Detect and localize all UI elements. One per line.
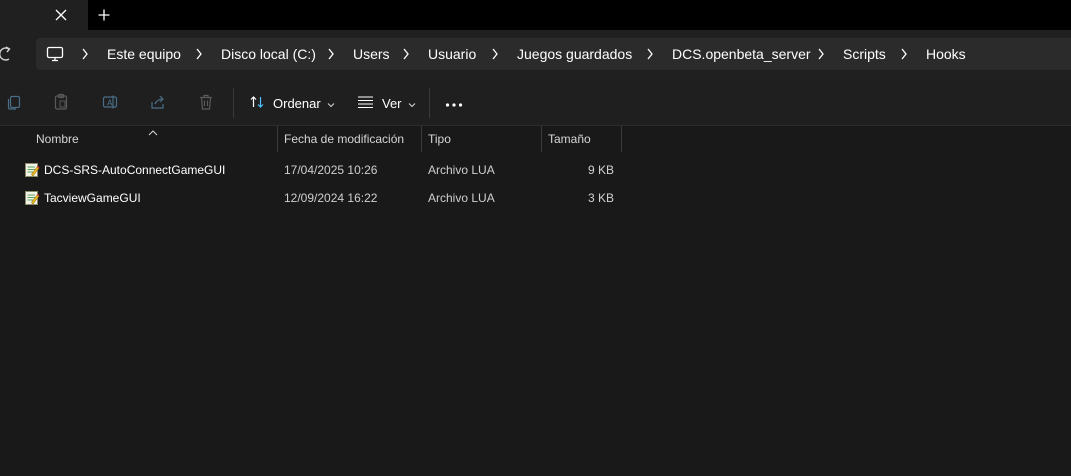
toolbar-divider bbox=[233, 88, 234, 118]
view-label: Ver bbox=[382, 95, 402, 111]
breadcrumb-item[interactable]: Scripts bbox=[843, 45, 886, 63]
column-header-name[interactable]: Nombre bbox=[36, 126, 79, 152]
chevron-down-icon bbox=[408, 96, 416, 111]
share-icon[interactable] bbox=[149, 93, 167, 111]
breadcrumb-item[interactable]: Users bbox=[353, 45, 390, 63]
svg-text:A: A bbox=[107, 99, 113, 108]
lua-file-icon bbox=[24, 190, 40, 206]
chevron-right-icon[interactable] bbox=[645, 47, 655, 61]
toolbar-divider bbox=[429, 88, 430, 118]
column-divider[interactable] bbox=[621, 126, 622, 152]
breadcrumb-item[interactable]: Juegos guardados bbox=[517, 45, 632, 63]
breadcrumb-item[interactable]: Usuario bbox=[428, 45, 476, 63]
sort-label: Ordenar bbox=[273, 95, 321, 111]
breadcrumb-item[interactable]: DCS.openbeta_server bbox=[672, 45, 811, 63]
chevron-right-icon[interactable] bbox=[816, 47, 826, 61]
file-name: TacviewGameGUI bbox=[44, 191, 141, 205]
sort-icon bbox=[249, 94, 265, 113]
sort-ascending-icon bbox=[148, 124, 158, 136]
chevron-right-icon[interactable] bbox=[326, 47, 336, 61]
file-row[interactable]: DCS-SRS-AutoConnectGameGUI 17/04/2025 10… bbox=[18, 157, 622, 183]
copy-icon[interactable] bbox=[5, 93, 23, 111]
more-icon bbox=[445, 96, 463, 111]
delete-icon[interactable] bbox=[197, 93, 215, 111]
file-modified: 17/04/2025 10:26 bbox=[284, 163, 378, 177]
file-type: Archivo LUA bbox=[428, 191, 495, 205]
file-name: DCS-SRS-AutoConnectGameGUI bbox=[44, 163, 226, 177]
close-tab-icon[interactable] bbox=[50, 4, 72, 26]
chevron-right-icon[interactable] bbox=[401, 47, 411, 61]
tab-strip bbox=[0, 0, 1071, 30]
rename-icon[interactable]: A bbox=[101, 93, 119, 111]
refresh-icon[interactable] bbox=[0, 43, 14, 65]
column-divider[interactable] bbox=[277, 126, 278, 152]
file-size: 3 KB bbox=[587, 191, 614, 205]
sort-button[interactable]: Ordenar bbox=[249, 92, 335, 114]
file-row[interactable]: TacviewGameGUI 12/09/2024 16:22 Archivo … bbox=[18, 185, 622, 211]
explorer-tab[interactable] bbox=[0, 0, 88, 30]
new-tab-button[interactable] bbox=[93, 4, 115, 26]
more-options-button[interactable] bbox=[445, 92, 463, 114]
chevron-right-icon[interactable] bbox=[80, 47, 90, 61]
file-size: 9 KB bbox=[587, 163, 614, 177]
file-modified: 12/09/2024 16:22 bbox=[284, 191, 378, 205]
view-list-icon bbox=[357, 95, 374, 112]
chevron-right-icon[interactable] bbox=[490, 47, 500, 61]
column-header-size[interactable]: Tamaño bbox=[548, 126, 591, 152]
chevron-right-icon[interactable] bbox=[899, 47, 909, 61]
chevron-down-icon bbox=[327, 96, 335, 111]
this-pc-icon[interactable] bbox=[46, 45, 64, 63]
breadcrumb-item-current[interactable]: Hooks bbox=[926, 45, 966, 63]
lua-file-icon bbox=[24, 162, 40, 178]
view-button[interactable]: Ver bbox=[357, 92, 416, 114]
paste-icon[interactable] bbox=[52, 93, 70, 111]
column-header-type[interactable]: Tipo bbox=[428, 126, 451, 152]
breadcrumb-item[interactable]: Este equipo bbox=[107, 45, 181, 63]
breadcrumb-item[interactable]: Disco local (C:) bbox=[221, 45, 316, 63]
chevron-right-icon[interactable] bbox=[194, 47, 204, 61]
column-header-modified[interactable]: Fecha de modificación bbox=[284, 126, 404, 152]
file-type: Archivo LUA bbox=[428, 163, 495, 177]
column-divider[interactable] bbox=[541, 126, 542, 152]
column-divider[interactable] bbox=[421, 126, 422, 152]
